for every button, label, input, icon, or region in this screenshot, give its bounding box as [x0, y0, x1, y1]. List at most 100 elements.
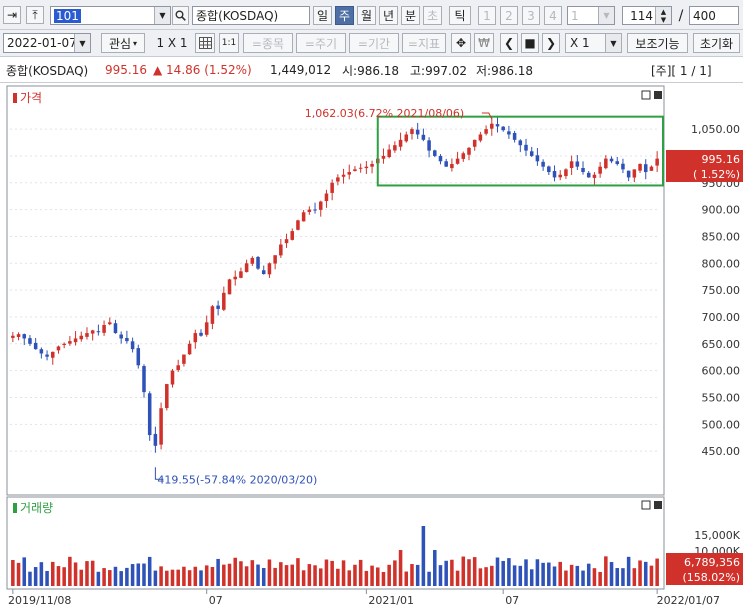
volume-bar [643, 561, 648, 586]
period-day-button[interactable]: 일 [313, 6, 332, 25]
candle-body [296, 220, 300, 230]
candle-body [638, 163, 642, 171]
reset-button[interactable]: 초기화 [693, 33, 740, 53]
candle-body [39, 349, 44, 354]
scroll-right-icon[interactable]: ❯ [542, 33, 560, 53]
candle-body [569, 161, 574, 168]
volume-bar [598, 571, 602, 586]
candle-body [222, 292, 226, 310]
slot-3-button[interactable]: 3 [522, 6, 540, 25]
stock-name: 종합(KOSDAQ) [196, 9, 279, 23]
price-tick-label: 1,050.00 [691, 123, 740, 136]
volume-bar [193, 566, 198, 586]
stepper-arrows-icon[interactable]: ▲ ▼ [655, 7, 671, 24]
close-panel-icon[interactable] [654, 91, 662, 99]
volume-bar [410, 564, 414, 586]
multiplier-dropdown-icon[interactable]: ▼ [605, 34, 621, 52]
slot-4-button[interactable]: 4 [544, 6, 562, 25]
volume-bar [176, 569, 180, 586]
search-icon[interactable] [172, 6, 189, 25]
volume-bar [33, 567, 38, 586]
total-field[interactable]: 400 [689, 6, 739, 25]
candle-body [547, 166, 551, 173]
candle-body [495, 124, 500, 127]
candle-body [461, 153, 466, 159]
count-stepper[interactable]: 114 ▲ ▼ [622, 6, 672, 25]
candle-body [170, 370, 175, 385]
candle-body [250, 257, 255, 264]
x-tick-label: 2019/11/08 [8, 594, 71, 607]
volume-bar [96, 571, 101, 586]
link-icon[interactable]: ⇥ [3, 6, 21, 24]
volume-bar [284, 565, 289, 586]
volume-bar [199, 570, 203, 586]
volume-bar [484, 567, 488, 586]
candle-body [472, 139, 477, 147]
won-icon[interactable]: ₩ [474, 33, 494, 53]
stock-compare-button[interactable]: =종목 [243, 33, 293, 53]
candle-body [279, 244, 283, 256]
volume-bar [336, 568, 340, 586]
cycle-button[interactable]: =주기 [296, 33, 346, 53]
period-week-button[interactable]: 주 [335, 6, 354, 25]
candle-body [108, 322, 112, 325]
period-minute-button[interactable]: 분 [401, 6, 420, 25]
grid-icon[interactable] [195, 33, 215, 53]
current-price-label: 995.16 [702, 153, 741, 166]
candle-body [415, 129, 420, 135]
maximize-icon[interactable] [641, 90, 651, 100]
info-open: 시:986.18 [342, 63, 400, 78]
current-volume-change: (158.02%) [682, 571, 740, 584]
volume-bar [415, 564, 420, 586]
candle-body [393, 145, 397, 151]
candle-body [467, 147, 471, 155]
volume-bar [421, 526, 426, 586]
candle-body [575, 161, 580, 167]
candle-body [484, 129, 488, 134]
volume-bar [615, 568, 620, 586]
crosshair-icon[interactable]: ✥ [451, 33, 471, 53]
period-month-button[interactable]: 월 [357, 6, 376, 25]
volume-bar [28, 571, 32, 586]
candle-body [119, 334, 123, 339]
stop-icon[interactable]: ■ [521, 33, 539, 53]
stock-chart[interactable]: 가격 1,050.001,000.00950.00900.00850.00800… [0, 83, 743, 610]
pin-icon[interactable]: ⤒ [26, 6, 44, 24]
code-dropdown-icon[interactable]: ▼ [154, 7, 170, 24]
indicator-button[interactable]: =지표 [402, 33, 446, 53]
period-year-button[interactable]: 년 [379, 6, 398, 25]
period-second-button[interactable]: 초 [423, 6, 442, 25]
scroll-left-icon[interactable]: ❮ [500, 33, 518, 53]
volume-maximize-icon[interactable] [641, 500, 651, 510]
volume-tick-15000k: 15,000K [694, 529, 740, 542]
volume-bar [501, 560, 505, 586]
code-input[interactable]: 101 ▼ [50, 6, 171, 25]
multiplier-select[interactable]: X 1 ▼ [565, 33, 622, 53]
volume-bar [586, 563, 591, 586]
slot-1-button[interactable]: 1 [478, 6, 496, 25]
candle-body [130, 341, 135, 350]
watch-button[interactable]: 관심 ▾ [101, 33, 145, 53]
candle-body [604, 158, 608, 169]
period-tick-button[interactable]: 틱 [449, 6, 471, 25]
candle-body [347, 172, 352, 175]
volume-bar [381, 571, 386, 586]
volume-bar [512, 565, 517, 586]
volume-title-marker [13, 503, 17, 513]
slot-2-button[interactable]: 2 [500, 6, 518, 25]
volume-close-icon[interactable] [654, 501, 662, 509]
watch-dropdown-icon: ▾ [133, 38, 138, 48]
volume-bar [541, 562, 545, 586]
slot-dropdown-icon[interactable]: ▼ [598, 7, 614, 24]
price-tick-label: 750.00 [702, 284, 741, 297]
date-picker[interactable]: 2022-01-07 ▼ [3, 33, 91, 53]
candle-body [433, 150, 437, 156]
volume-bar [655, 558, 659, 586]
candle-body [165, 384, 169, 409]
period-range-button[interactable]: =기간 [349, 33, 399, 53]
aux-functions-button[interactable]: 보조기능 [627, 33, 688, 53]
slot-select[interactable]: 1 ▼ [567, 6, 615, 25]
one-to-one-icon[interactable]: 1:1 [219, 33, 239, 53]
date-dropdown-icon[interactable]: ▼ [74, 34, 90, 52]
volume-bar [569, 564, 574, 586]
